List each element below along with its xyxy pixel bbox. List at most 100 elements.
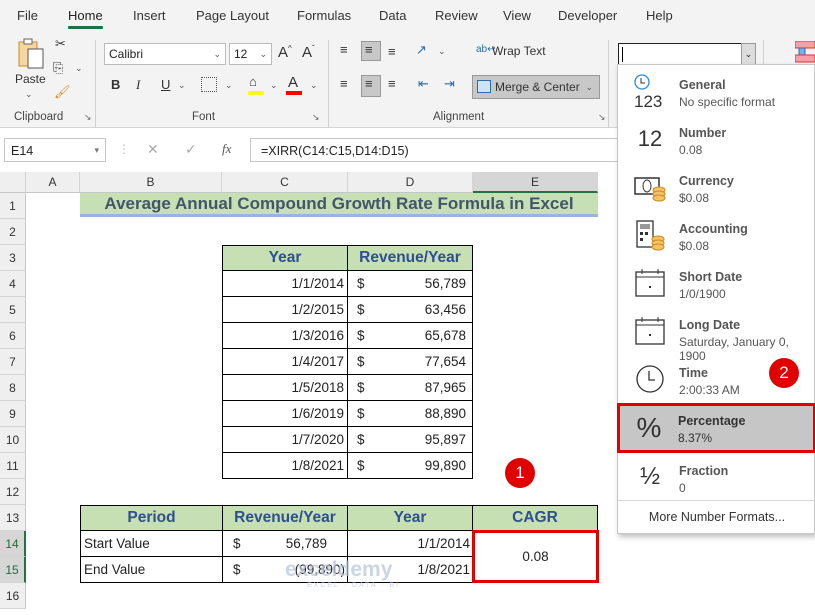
paste-chevron-icon[interactable]: ⌄ [25, 89, 33, 100]
font-launcher-icon[interactable]: ↘ [312, 112, 320, 123]
sheet-title[interactable]: Average Annual Compound Growth Rate Form… [80, 193, 598, 217]
wrap-text-button[interactable]: Wrap Text [492, 44, 546, 58]
row-header-13[interactable]: 13 [0, 505, 26, 531]
table1-year-cell[interactable]: 1/2/2015 [222, 296, 348, 323]
table2-header-revenue[interactable]: Revenue/Year [222, 505, 348, 531]
table1-year-cell[interactable]: 1/3/2016 [222, 322, 348, 349]
alignment-launcher-icon[interactable]: ↘ [598, 112, 606, 123]
table1-year-cell[interactable]: 1/4/2017 [222, 348, 348, 375]
start-year-cell[interactable]: 1/1/2014 [347, 530, 473, 557]
table1-revenue-cell[interactable]: $95,897 [347, 426, 473, 453]
table2-header-period[interactable]: Period [80, 505, 223, 531]
table2-header-year[interactable]: Year [347, 505, 473, 531]
table1-revenue-cell[interactable]: $87,965 [347, 374, 473, 401]
cut-icon[interactable]: ✂ [55, 36, 66, 52]
table1-header-revenue[interactable]: Revenue/Year [347, 245, 473, 271]
row-header-5[interactable]: 5 [0, 297, 26, 323]
tab-view[interactable]: View [503, 8, 531, 23]
align-top-icon[interactable]: ≡ [340, 42, 348, 57]
column-header-b[interactable]: B [80, 172, 222, 193]
table1-year-cell[interactable]: 1/5/2018 [222, 374, 348, 401]
font-name-select[interactable]: Calibri ⌄ [104, 43, 226, 65]
format-painter-icon[interactable]: 🖌 [54, 84, 71, 100]
table1-revenue-cell[interactable]: $56,789 [347, 270, 473, 297]
table1-revenue-cell[interactable]: $65,678 [347, 322, 473, 349]
decrease-indent-icon[interactable]: ⇤ [418, 76, 429, 92]
table1-revenue-cell[interactable]: $77,654 [347, 348, 473, 375]
format-item-long-date[interactable]: Long Date Saturday, January 0, 1900 [618, 307, 815, 363]
font-color-chevron-icon[interactable]: ⌄ [310, 80, 318, 91]
number-format-input[interactable] [618, 43, 756, 66]
orientation-icon[interactable]: ↗ [416, 42, 427, 58]
row-header-16[interactable]: 16 [0, 583, 26, 609]
format-item-fraction[interactable]: ½ Fraction 0 [618, 453, 815, 501]
align-left-icon[interactable]: ≡ [340, 76, 348, 91]
row-header-1[interactable]: 1 [0, 193, 26, 219]
row-header-3[interactable]: 3 [0, 245, 26, 271]
paste-button[interactable]: Paste [15, 72, 46, 86]
font-color-icon[interactable]: A [288, 74, 298, 91]
row-header-2[interactable]: 2 [0, 219, 26, 245]
underline-chevron-icon[interactable]: ⌄ [178, 80, 186, 91]
start-value-label[interactable]: Start Value [80, 530, 223, 557]
fill-chevron-icon[interactable]: ⌄ [270, 80, 278, 91]
row-header-9[interactable]: 9 [0, 401, 26, 427]
tab-page-layout[interactable]: Page Layout [196, 8, 269, 23]
tab-file[interactable]: File [17, 8, 38, 23]
row-header-7[interactable]: 7 [0, 349, 26, 375]
format-item-short-date[interactable]: Short Date 1/0/1900 [618, 259, 815, 307]
column-header-a[interactable]: A [26, 172, 80, 193]
number-format-dropdown-button[interactable]: ⌄ [741, 43, 756, 66]
tab-data[interactable]: Data [379, 8, 406, 23]
tab-insert[interactable]: Insert [133, 8, 166, 23]
row-header-12[interactable]: 12 [0, 479, 26, 505]
clipboard-launcher-icon[interactable]: ↘ [84, 112, 92, 123]
table1-revenue-cell[interactable]: $63,456 [347, 296, 473, 323]
enter-icon[interactable]: ✓ [185, 141, 197, 158]
tab-home[interactable]: Home [68, 8, 103, 29]
row-header-4[interactable]: 4 [0, 271, 26, 297]
bold-button[interactable]: B [111, 77, 120, 92]
tab-review[interactable]: Review [435, 8, 478, 23]
row-header-11[interactable]: 11 [0, 453, 26, 479]
table1-revenue-cell[interactable]: $88,890 [347, 400, 473, 427]
table2-header-cagr[interactable]: CAGR [472, 505, 598, 531]
table1-revenue-cell[interactable]: $99,890 [347, 452, 473, 479]
copy-icon[interactable]: ⎘ [53, 60, 63, 76]
end-value-label[interactable]: End Value [80, 556, 223, 583]
format-item-percentage[interactable]: % Percentage 8.37% [617, 403, 815, 453]
italic-button[interactable]: I [136, 77, 140, 93]
format-item-general[interactable]: 123 General No specific format [618, 67, 815, 115]
row-header-8[interactable]: 8 [0, 375, 26, 401]
increase-indent-icon[interactable]: ⇥ [444, 76, 455, 92]
name-box[interactable]: E14 ▾ [4, 138, 106, 162]
insert-function-icon[interactable]: fx [222, 141, 231, 157]
align-bottom-icon[interactable]: ≡ [388, 44, 396, 59]
row-header-10[interactable]: 10 [0, 427, 26, 453]
more-number-formats-link[interactable]: More Number Formats... [618, 501, 815, 533]
decrease-font-size-icon[interactable]: Aˇ [302, 44, 315, 61]
copy-chevron-icon[interactable]: ⌄ [75, 63, 83, 74]
paste-icon[interactable] [17, 38, 45, 70]
cancel-icon[interactable]: ✕ [147, 141, 159, 158]
conditional-formatting-icon[interactable] [794, 40, 815, 63]
table1-year-cell[interactable]: 1/6/2019 [222, 400, 348, 427]
tab-help[interactable]: Help [646, 8, 673, 23]
format-item-currency[interactable]: Currency $0.08 [618, 163, 815, 211]
font-size-select[interactable]: 12 ⌄ [229, 43, 272, 65]
table1-year-cell[interactable]: 1/7/2020 [222, 426, 348, 453]
tab-developer[interactable]: Developer [558, 8, 617, 23]
tab-formulas[interactable]: Formulas [297, 8, 351, 23]
table1-year-cell[interactable]: 1/8/2021 [222, 452, 348, 479]
format-item-number[interactable]: 12 Number 0.08 [618, 115, 815, 163]
row-header-14[interactable]: 14 [0, 531, 26, 557]
table1-year-cell[interactable]: 1/1/2014 [222, 270, 348, 297]
fill-color-icon[interactable]: ⌂ [249, 74, 257, 89]
row-header-15[interactable]: 15 [0, 557, 26, 583]
select-all-corner[interactable] [0, 172, 26, 193]
align-right-icon[interactable]: ≡ [388, 76, 396, 91]
underline-button[interactable]: U [161, 77, 170, 92]
column-header-c[interactable]: C [222, 172, 348, 193]
table1-header-year[interactable]: Year [222, 245, 348, 271]
merge-center-button[interactable]: Merge & Center ⌄ [472, 75, 600, 99]
